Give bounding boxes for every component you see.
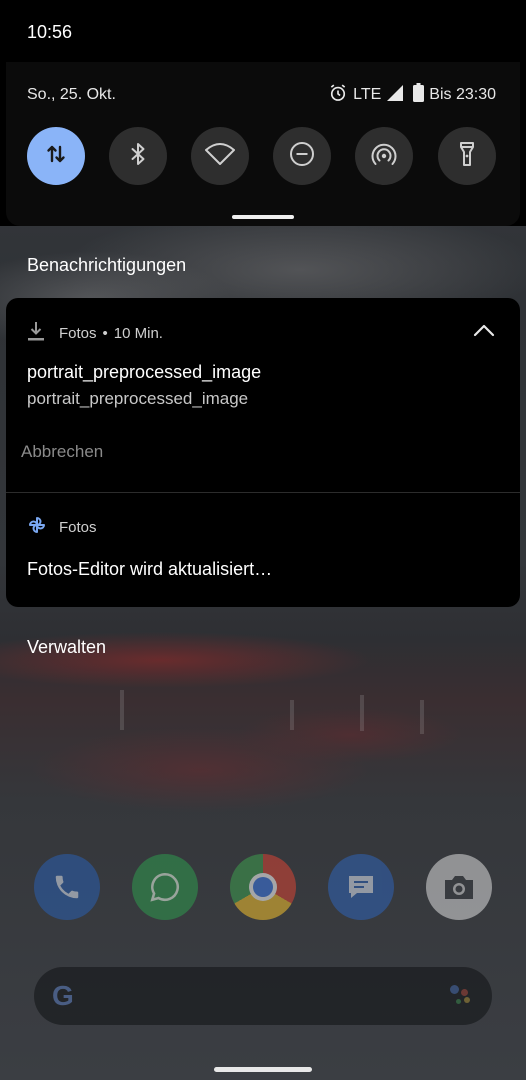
notification-app-row: Fotos • 10 Min.	[27, 320, 163, 346]
network-type: LTE	[353, 86, 382, 103]
chevron-up-icon	[473, 323, 495, 342]
water-reflection	[290, 700, 294, 730]
alarm-icon	[328, 83, 348, 108]
tile-mobile-data[interactable]	[27, 127, 85, 185]
download-icon	[27, 320, 45, 346]
collapse-button[interactable]	[470, 318, 498, 346]
tile-do-not-disturb[interactable]	[273, 127, 331, 185]
google-g-icon: G	[52, 980, 74, 1011]
status-date[interactable]: So., 25. Okt.	[27, 86, 116, 104]
google-search-bar: G	[34, 967, 492, 1025]
tile-flashlight[interactable]	[438, 127, 496, 185]
water-reflection	[420, 700, 424, 734]
chrome-icon	[230, 854, 296, 920]
tile-hotspot[interactable]	[355, 127, 413, 185]
tile-bluetooth[interactable]	[109, 127, 167, 185]
divider	[6, 492, 520, 493]
notification-separator: •	[102, 324, 108, 342]
navigation-handle[interactable]	[214, 1067, 312, 1072]
notifications-header: Benachrichtigungen	[27, 255, 187, 275]
notification-time: 10 Min.	[113, 324, 163, 342]
panel-drag-handle[interactable]	[232, 215, 294, 219]
wifi-icon	[205, 142, 235, 171]
status-icons: LTE Bis 23:30	[328, 83, 496, 108]
hotspot-icon	[370, 141, 398, 172]
status-clock: 10:56	[27, 22, 73, 42]
cancel-button[interactable]: Abbrechen	[21, 442, 103, 462]
notification-title: Fotos-Editor wird aktualisiert…	[27, 559, 273, 579]
notification-app-row: Fotos	[27, 515, 97, 539]
tile-wifi[interactable]	[191, 127, 249, 185]
water-reflection	[120, 690, 124, 730]
notification-text: portrait_preprocessed_image	[27, 389, 249, 408]
manage-button[interactable]: Verwalten	[27, 637, 106, 658]
bluetooth-icon	[126, 142, 150, 171]
water-reflection	[360, 695, 364, 731]
battery-icon	[413, 83, 425, 107]
whatsapp-icon	[132, 854, 198, 920]
flashlight-icon	[456, 141, 478, 172]
pinwheel-icon	[27, 515, 47, 539]
notification-title: portrait_preprocessed_image	[27, 362, 262, 382]
do-not-disturb-icon	[289, 141, 315, 172]
assistant-icon	[450, 985, 472, 1007]
signal-icon	[386, 84, 404, 107]
messages-icon	[328, 854, 394, 920]
battery-text: Bis 23:30	[429, 86, 496, 103]
phone-icon	[34, 854, 100, 920]
notification-app-name: Fotos	[59, 518, 97, 536]
camera-icon	[426, 854, 492, 920]
mobile-data-icon	[44, 142, 68, 171]
quick-settings-panel: 10:56 So., 25. Okt. LTE Bis 23:30	[0, 0, 526, 226]
notification-app-name: Fotos	[59, 324, 97, 342]
